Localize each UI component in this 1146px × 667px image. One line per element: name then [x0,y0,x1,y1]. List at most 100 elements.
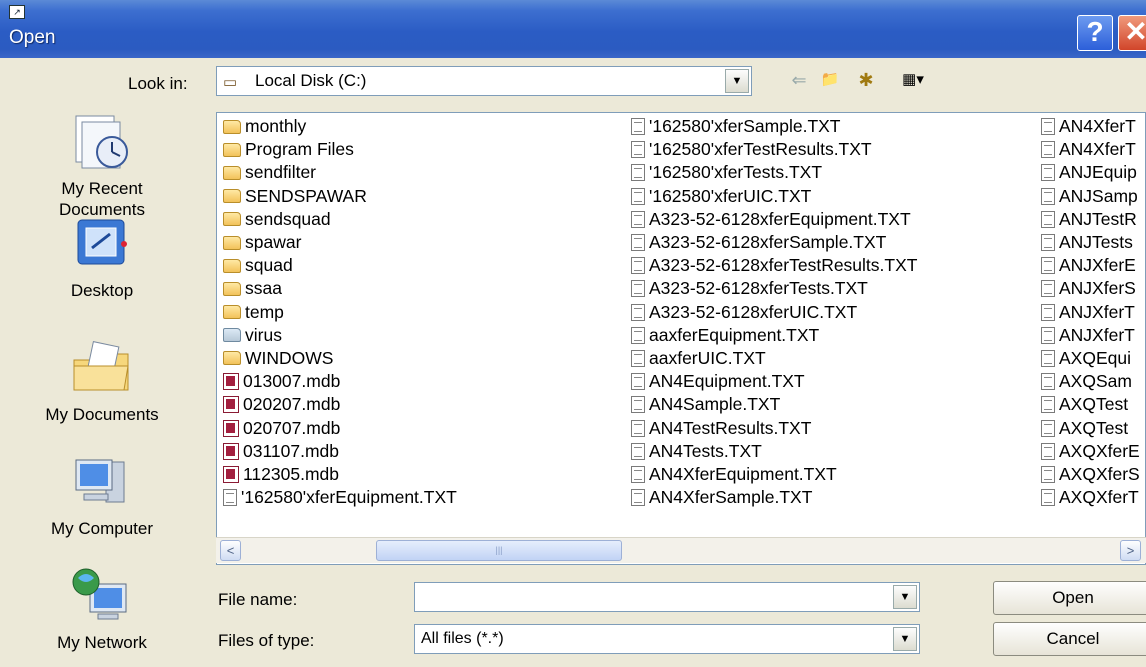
file-list-item[interactable]: A323-52-6128xferTestResults.TXT [631,254,917,277]
close-button[interactable]: ✕ [1118,15,1146,51]
file-name-field[interactable]: ▼ [414,582,920,612]
file-list-item[interactable]: AN4TestResults.TXT [631,416,917,439]
file-list-item[interactable]: 020707.mdb [223,416,457,439]
place-label: My Network [57,633,147,652]
views-menu-icon[interactable]: ▦▾ [890,68,936,92]
up-folder-icon[interactable]: 📁 [817,68,843,92]
file-name: AN4Tests.TXT [649,440,762,461]
place-my-recent-documents[interactable]: My Recent Documents [12,112,192,220]
file-list-item[interactable]: virus [223,324,457,347]
file-name: A323-52-6128xferEquipment.TXT [649,208,911,229]
scroll-left-arrow-icon[interactable]: < [220,540,241,561]
file-name-dropdown-button[interactable]: ▼ [893,585,917,609]
file-list-item[interactable]: A323-52-6128xferEquipment.TXT [631,208,917,231]
place-my-computer[interactable]: My Computer [12,452,192,539]
desktop-icon [77,219,127,265]
text-file-icon [631,489,645,507]
file-list-item[interactable]: AXQXferE [1041,440,1140,463]
window-icon[interactable]: ↗ [9,5,25,19]
file-name: 031107.mdb [243,440,340,461]
file-list-item[interactable]: '162580'xferSample.TXT [631,115,917,138]
file-list-item[interactable]: aaxferEquipment.TXT [631,324,917,347]
file-list-item[interactable]: 112305.mdb [223,463,457,486]
file-list-item[interactable]: Program Files [223,138,457,161]
file-list-item[interactable]: ANJTestR [1041,208,1140,231]
file-name: 112305.mdb [243,463,340,484]
help-button[interactable]: ? [1077,15,1113,51]
text-file-icon [1041,257,1055,275]
file-list[interactable]: monthly Program Files sendfilter SENDSPAWAR… [216,112,1146,565]
text-file-icon [631,326,645,344]
file-list-item[interactable]: ANJSamp [1041,185,1140,208]
new-folder-icon[interactable]: ✱ [853,68,879,92]
file-list-item[interactable]: squad [223,254,457,277]
file-list-item[interactable]: aaxferUIC.TXT [631,347,917,370]
files-of-type-dropdown-button[interactable]: ▼ [893,627,917,651]
file-column: monthly Program Files sendfilter SENDSPAWAR… [223,115,457,509]
file-list-item[interactable]: ANJXferT [1041,301,1140,324]
file-list-item[interactable]: A323-52-6128xferSample.TXT [631,231,917,254]
file-name: WINDOWS [245,347,334,368]
scroll-right-arrow-icon[interactable]: > [1120,540,1141,561]
look-in-value: Local Disk (C:) [255,71,367,90]
file-list-item[interactable]: sendsquad [223,208,457,231]
back-icon[interactable]: ⇐ [786,68,812,92]
file-list-item[interactable]: WINDOWS [223,347,457,370]
text-file-icon [631,141,645,159]
file-list-item[interactable]: SENDSPAWAR [223,185,457,208]
text-file-icon [1041,187,1055,205]
file-list-item[interactable]: '162580'xferTests.TXT [631,161,917,184]
file-name: AN4XferT [1059,139,1136,160]
file-list-item[interactable]: monthly [223,115,457,138]
cancel-button[interactable]: Cancel [993,622,1146,656]
file-list-item[interactable]: sendfilter [223,161,457,184]
file-list-item[interactable]: ANJEquip [1041,161,1140,184]
file-list-item[interactable]: AN4XferT [1041,115,1140,138]
file-list-item[interactable]: 031107.mdb [223,440,457,463]
file-list-item[interactable]: ANJXferE [1041,254,1140,277]
file-list-item[interactable]: AN4Equipment.TXT [631,370,917,393]
file-list-item[interactable]: AN4XferEquipment.TXT [631,463,917,486]
file-column: '162580'xferSample.TXT '162580'xferTestRe… [631,115,917,509]
file-list-item[interactable]: 020207.mdb [223,393,457,416]
file-list-item[interactable]: AN4XferT [1041,138,1140,161]
file-list-item[interactable]: '162580'xferTestResults.TXT [631,138,917,161]
file-list-item[interactable]: AN4Sample.TXT [631,393,917,416]
text-file-icon [1041,489,1055,507]
file-list-item[interactable]: AXQXferT [1041,486,1140,509]
files-of-type-combo[interactable]: All files (*.*) ▼ [414,624,920,654]
file-list-item[interactable]: ANJXferT [1041,324,1140,347]
file-list-item[interactable]: ANJTests [1041,231,1140,254]
file-list-item[interactable]: A323-52-6128xferUIC.TXT [631,301,917,324]
file-list-item[interactable]: AXQTest [1041,416,1140,439]
file-list-item[interactable]: AXQXferS [1041,463,1140,486]
file-list-item[interactable]: ssaa [223,277,457,300]
horizontal-scrollbar[interactable]: < ||| > [216,537,1146,563]
place-label: My Recent [61,179,143,198]
file-list-item[interactable]: AXQSam [1041,370,1140,393]
place-desktop[interactable]: Desktop [12,214,192,301]
open-button[interactable]: Open [993,581,1146,615]
file-list-item[interactable]: AN4Tests.TXT [631,440,917,463]
look-in-combo[interactable]: ▭ Local Disk (C:) ▼ [216,66,752,96]
file-name: AN4Sample.TXT [649,394,781,415]
file-list-item[interactable]: ANJXferS [1041,277,1140,300]
scrollbar-thumb[interactable]: ||| [376,540,622,561]
file-list-item[interactable]: AXQTest [1041,393,1140,416]
file-list-item[interactable]: spawar [223,231,457,254]
place-my-network[interactable]: My Network [12,566,192,653]
file-list-item[interactable]: AN4XferSample.TXT [631,486,917,509]
file-list-item[interactable]: A323-52-6128xferTests.TXT [631,277,917,300]
file-name: '162580'xferTests.TXT [649,162,823,183]
file-name: AXQXferT [1059,487,1139,508]
file-list-item[interactable]: '162580'xferUIC.TXT [631,185,917,208]
file-name-input[interactable] [421,586,885,610]
file-list-item[interactable]: 013007.mdb [223,370,457,393]
text-file-icon [631,164,645,182]
file-name: ANJTestR [1059,208,1137,229]
look-in-dropdown-button[interactable]: ▼ [725,69,749,93]
file-list-item[interactable]: temp [223,301,457,324]
file-list-item[interactable]: AXQEqui [1041,347,1140,370]
file-list-item[interactable]: '162580'xferEquipment.TXT [223,486,457,509]
place-my-documents[interactable]: My Documents [12,338,192,425]
